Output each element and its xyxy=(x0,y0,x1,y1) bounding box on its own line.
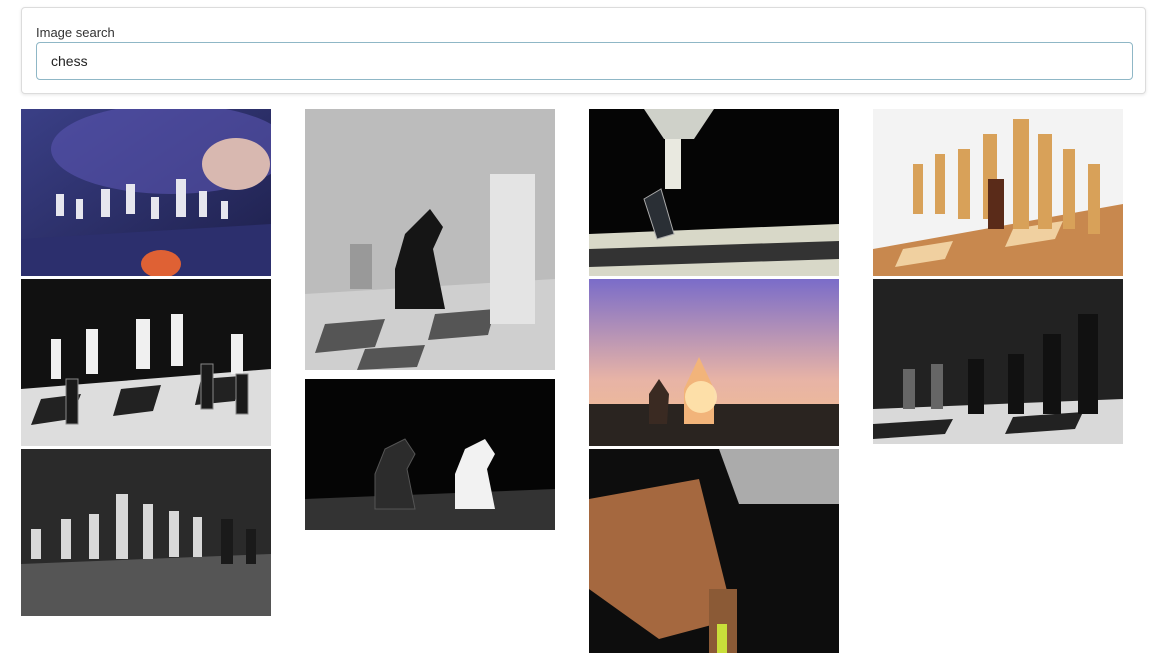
chess-photo xyxy=(305,379,555,530)
chess-photo xyxy=(21,449,271,616)
image-result[interactable] xyxy=(589,279,839,446)
image-result[interactable] xyxy=(873,109,1123,276)
search-label: Image search xyxy=(36,25,115,40)
image-result[interactable] xyxy=(589,449,839,653)
chess-photo xyxy=(589,279,839,446)
image-result[interactable] xyxy=(21,109,271,276)
image-result[interactable] xyxy=(21,449,271,616)
chess-photo xyxy=(873,109,1123,276)
search-card: Image search xyxy=(21,7,1146,94)
chess-photo xyxy=(21,279,271,446)
chess-photo xyxy=(305,109,555,370)
chess-photo xyxy=(589,449,839,653)
chess-photo xyxy=(21,109,271,276)
image-result[interactable] xyxy=(873,279,1123,444)
chess-photo xyxy=(589,109,839,276)
image-result[interactable] xyxy=(305,379,555,530)
image-result[interactable] xyxy=(589,109,839,276)
chess-photo xyxy=(873,279,1123,444)
search-input[interactable] xyxy=(36,42,1133,80)
image-result[interactable] xyxy=(305,109,555,370)
image-result[interactable] xyxy=(21,279,271,446)
